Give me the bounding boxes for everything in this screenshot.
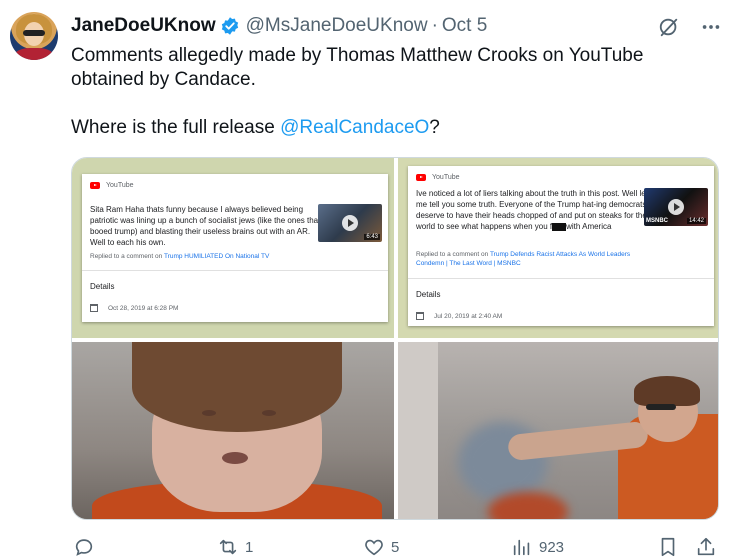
bookmark-button[interactable] xyxy=(657,536,679,558)
person-hair xyxy=(132,342,342,432)
tweet-text: Comments allegedly made by Thomas Matthe… xyxy=(71,44,721,140)
replied-to: Replied to a comment on Trump Defends Ra… xyxy=(416,250,646,268)
retweet-icon xyxy=(219,539,237,555)
like-icon xyxy=(365,539,383,556)
media-image-4[interactable] xyxy=(398,342,718,519)
card-source: YouTube xyxy=(416,174,460,181)
thumb-network-label: MSNBC xyxy=(646,218,668,224)
comment-text: Sita Ram Haha thats funny because I alwa… xyxy=(90,205,321,247)
tweet-text-line2: obtained by Candace. xyxy=(71,69,256,90)
media-image-2[interactable]: YouTube Ive noticed a lot of liers talki… xyxy=(398,158,718,338)
play-icon xyxy=(342,215,358,231)
door-shape xyxy=(398,342,438,519)
comment-text: Ive noticed a lot of liers talking about… xyxy=(416,188,652,232)
card-source-label: YouTube xyxy=(106,182,134,189)
person-glasses xyxy=(646,404,676,410)
separator-dot: · xyxy=(431,15,438,36)
video-thumbnail: 6:43 xyxy=(318,204,382,242)
avatar-glasses xyxy=(23,30,45,36)
tweet-action-bar: 1 5 923 xyxy=(71,536,721,560)
verified-badge-icon xyxy=(221,17,238,35)
tweet-top-actions xyxy=(658,16,722,38)
person-eye xyxy=(202,410,216,416)
replied-prefix: Replied to a comment on xyxy=(90,253,164,260)
replied-prefix: Replied to a comment on xyxy=(416,251,490,258)
youtube-logo-icon xyxy=(90,182,100,189)
avatar-body xyxy=(14,48,54,60)
card-source: YouTube xyxy=(90,182,134,189)
media-image-1[interactable]: YouTube Sita Ram Haha thats funny becaus… xyxy=(72,158,394,338)
video-duration: 6:43 xyxy=(364,234,380,240)
play-icon xyxy=(668,199,684,215)
video-thumbnail: 14:42 MSNBC xyxy=(644,188,708,226)
video-duration: 14:42 xyxy=(686,218,706,224)
retweet-button[interactable]: 1 xyxy=(217,536,253,558)
card-divider xyxy=(82,270,388,271)
retweet-count: 1 xyxy=(245,538,254,556)
tweet-date[interactable]: Oct 5 xyxy=(442,15,487,37)
grok-icon[interactable] xyxy=(658,16,680,38)
like-count: 5 xyxy=(391,538,400,556)
youtube-comment-card-1: YouTube Sita Ram Haha thats funny becaus… xyxy=(82,174,388,322)
display-name[interactable]: JaneDoeUKnow xyxy=(71,15,216,37)
person-mouth xyxy=(222,452,248,464)
mention-link[interactable]: @RealCandaceO xyxy=(280,117,429,138)
tweet-text-line1: Comments allegedly made by Thomas Matthe… xyxy=(71,45,644,66)
tweet-text-line3-suffix: ? xyxy=(429,117,440,138)
comment-timestamp: Jul 20, 2019 at 2:40 AM xyxy=(434,313,503,320)
tweet-header: JaneDoeUKnow @MsJaneDoeUKnow · Oct 5 xyxy=(71,14,487,38)
views-icon xyxy=(513,539,530,556)
tweet-text-line3-prefix: Where is the full release xyxy=(71,117,281,138)
comment-text-b: with America xyxy=(566,222,612,231)
card-source-label: YouTube xyxy=(432,174,460,181)
user-handle[interactable]: @MsJaneDoeUKnow xyxy=(246,15,428,37)
avatar[interactable] xyxy=(10,12,58,60)
view-count: 923 xyxy=(539,538,565,556)
share-button[interactable] xyxy=(695,536,717,558)
details-label: Details xyxy=(416,290,441,299)
calendar-icon xyxy=(90,304,98,312)
details-label: Details xyxy=(90,282,115,291)
youtube-comment-card-2: YouTube Ive noticed a lot of liers talki… xyxy=(408,166,714,326)
youtube-logo-icon xyxy=(416,174,426,181)
reply-button[interactable] xyxy=(73,536,101,558)
replied-link: Trump HUMILIATED On National TV xyxy=(163,253,270,260)
comment-text-a: Ive noticed a lot of liers talking about… xyxy=(416,189,648,231)
person-hair xyxy=(634,376,700,406)
redaction-bar xyxy=(552,222,567,231)
media-image-3[interactable] xyxy=(72,342,394,519)
views-button[interactable]: 923 xyxy=(511,536,564,558)
share-icon xyxy=(697,537,715,556)
like-button[interactable]: 5 xyxy=(363,536,399,558)
calendar-icon xyxy=(416,312,424,320)
more-icon[interactable] xyxy=(700,16,722,38)
person-eye xyxy=(262,410,276,416)
comment-timestamp: Oct 28, 2019 at 6:28 PM xyxy=(108,305,179,312)
replied-to: Replied to a comment on Trump HUMILIATED… xyxy=(90,252,320,261)
card-divider xyxy=(408,278,714,279)
bookmark-icon xyxy=(661,537,675,557)
reply-icon xyxy=(75,539,93,556)
media-grid[interactable]: YouTube Sita Ram Haha thats funny becaus… xyxy=(71,157,719,520)
